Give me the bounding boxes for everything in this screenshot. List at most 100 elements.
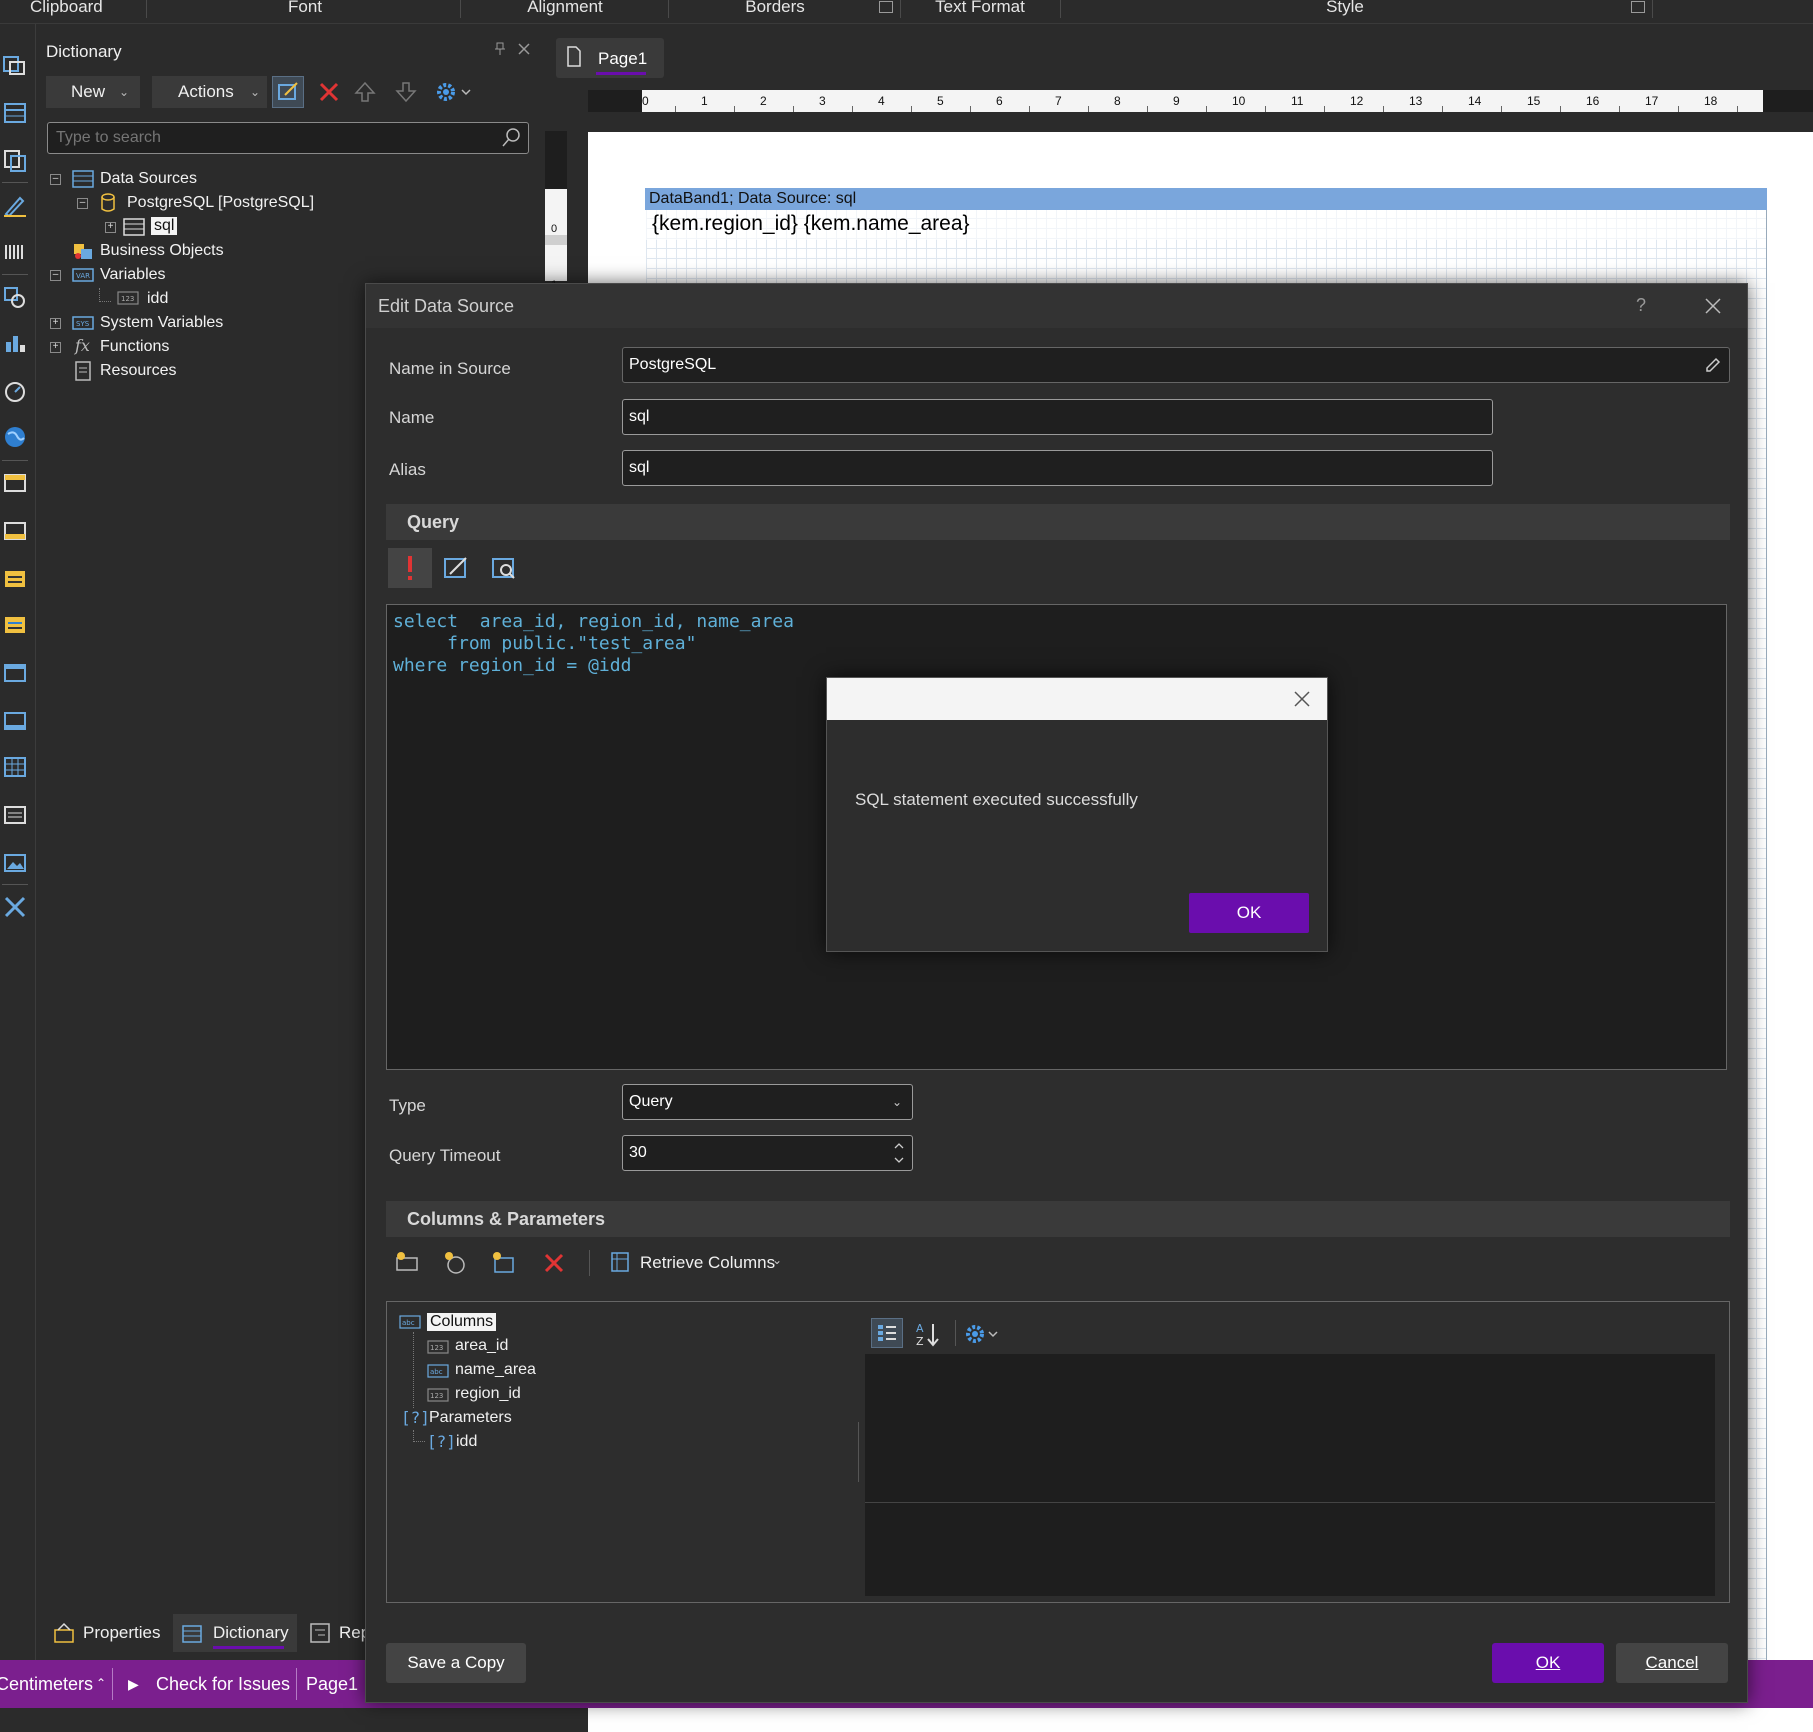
- tools-icon[interactable]: [2, 894, 28, 920]
- popup-close-icon[interactable]: [1293, 690, 1311, 708]
- ribbon-group-font[interactable]: Font: [270, 0, 340, 24]
- property-grid-toolbar: AZ: [865, 1312, 1715, 1354]
- run-query-icon[interactable]: [388, 548, 432, 588]
- stepper-arrows-icon[interactable]: [892, 1138, 906, 1168]
- tree-column-area-id[interactable]: area_id: [455, 1337, 508, 1355]
- tree-functions[interactable]: Functions: [100, 338, 169, 356]
- property-settings-gear-icon[interactable]: [963, 1320, 1003, 1348]
- svg-text:VAR: VAR: [76, 272, 90, 280]
- categorized-view-icon[interactable]: [871, 1318, 903, 1348]
- close-panel-icon[interactable]: [517, 42, 531, 56]
- table-component-icon[interactable]: [2, 100, 28, 126]
- chart-component-icon[interactable]: [2, 330, 28, 356]
- search-box[interactable]: [47, 122, 529, 154]
- tree-system-variables[interactable]: System Variables: [100, 314, 223, 332]
- tree-variables[interactable]: Variables: [100, 266, 166, 284]
- move-down-icon[interactable]: [394, 80, 418, 104]
- search-input[interactable]: [48, 123, 488, 153]
- name-in-source-field[interactable]: PostgreSQL: [622, 347, 1730, 383]
- name-field[interactable]: sql: [622, 399, 1493, 435]
- map-component-icon[interactable]: [2, 424, 28, 450]
- edit-item-icon[interactable]: [272, 76, 304, 108]
- collapse-icon[interactable]: –: [50, 174, 61, 185]
- barcode-component-icon[interactable]: [2, 240, 28, 266]
- tree-parameters[interactable]: Parameters: [429, 1409, 512, 1427]
- panel-band-icon[interactable]: [2, 660, 28, 686]
- collapse-icon[interactable]: –: [50, 270, 61, 281]
- subreport-component-icon[interactable]: [2, 148, 28, 174]
- query-builder-icon[interactable]: [442, 554, 470, 582]
- page-tab[interactable]: Page1: [556, 38, 664, 78]
- ok-button[interactable]: OK: [1492, 1643, 1604, 1683]
- delete-icon[interactable]: [317, 80, 341, 104]
- alias-field[interactable]: sql: [622, 450, 1493, 486]
- popup-ok-button[interactable]: OK: [1189, 893, 1309, 933]
- tree-column-name-area[interactable]: name_area: [455, 1361, 536, 1379]
- save-a-copy-button[interactable]: Save a Copy: [386, 1643, 526, 1683]
- text-component-icon[interactable]: [2, 802, 28, 828]
- shape-component-icon[interactable]: [2, 284, 28, 310]
- ribbon-group-alignment[interactable]: Alignment: [520, 0, 610, 24]
- ribbon-group-clipboard[interactable]: Clipboard: [30, 0, 103, 24]
- new-button[interactable]: New ⌄: [46, 76, 140, 108]
- tree-parameter-idd[interactable]: idd: [456, 1433, 477, 1451]
- ribbon-group-style[interactable]: Style: [1310, 0, 1380, 24]
- style-launcher-icon[interactable]: [1631, 1, 1645, 13]
- page-band-icon[interactable]: [2, 708, 28, 734]
- ruler-label: 9: [1173, 94, 1180, 108]
- borders-launcher-icon[interactable]: [879, 1, 893, 13]
- move-up-icon[interactable]: [353, 80, 377, 104]
- tree-column-region-id[interactable]: region_id: [455, 1385, 521, 1403]
- cancel-button[interactable]: Cancel: [1616, 1643, 1728, 1683]
- units-selector[interactable]: Centimeters: [0, 1674, 93, 1695]
- pin-icon[interactable]: [494, 42, 506, 56]
- edit-pencil-icon[interactable]: [1704, 356, 1722, 374]
- databand-text[interactable]: {kem.region_id} {kem.name_area}: [646, 210, 1766, 240]
- expand-icon[interactable]: +: [50, 342, 61, 353]
- check-for-issues-button[interactable]: Check for Issues: [156, 1674, 290, 1695]
- search-icon[interactable]: [500, 127, 522, 149]
- band-footer-icon[interactable]: [2, 518, 28, 544]
- data-band-icon[interactable]: [2, 566, 28, 592]
- tree-sql-datasource[interactable]: sql: [151, 217, 178, 235]
- expand-icon[interactable]: +: [50, 318, 61, 329]
- ribbon-group-borders[interactable]: Borders: [740, 0, 810, 24]
- new-calculated-column-icon[interactable]: [442, 1249, 470, 1277]
- image-component-icon[interactable]: [2, 850, 28, 876]
- close-icon[interactable]: [1704, 297, 1722, 315]
- help-button[interactable]: ?: [1636, 295, 1646, 316]
- tab-properties[interactable]: Properties: [83, 1623, 160, 1643]
- tab-dictionary[interactable]: Dictionary: [213, 1623, 289, 1643]
- expand-icon[interactable]: +: [105, 222, 116, 233]
- sort-alphabetical-icon[interactable]: AZ: [913, 1320, 943, 1348]
- gauge-component-icon[interactable]: [2, 378, 28, 404]
- collapse-icon[interactable]: –: [77, 198, 88, 209]
- band-header-icon[interactable]: [2, 470, 28, 496]
- new-label: New: [71, 82, 106, 101]
- databand-header[interactable]: DataBand1; Data Source: sql: [645, 188, 1767, 210]
- hierarchical-band-icon[interactable]: [2, 612, 28, 638]
- ribbon-group-text-format[interactable]: Text Format: [930, 0, 1030, 24]
- new-parameter-icon[interactable]: [490, 1249, 518, 1277]
- ruler-label: 15: [1527, 94, 1541, 108]
- retrieve-columns-button[interactable]: Retrieve Columns ⌄: [610, 1249, 790, 1277]
- tree-postgresql-connection[interactable]: PostgreSQL [PostgreSQL]: [127, 194, 314, 212]
- type-select[interactable]: Query ⌄: [622, 1084, 913, 1120]
- query-timeout-stepper[interactable]: 30: [622, 1135, 913, 1171]
- tree-columns[interactable]: Columns: [427, 1313, 497, 1331]
- new-column-icon[interactable]: [394, 1249, 422, 1277]
- container-component-icon[interactable]: [2, 52, 28, 78]
- cross-tab-icon[interactable]: [2, 754, 28, 780]
- delete-column-icon[interactable]: [542, 1251, 566, 1275]
- settings-gear-icon[interactable]: [434, 78, 474, 106]
- pen-component-icon[interactable]: [2, 192, 28, 218]
- tree-business-objects[interactable]: Business Objects: [100, 242, 224, 260]
- actions-button[interactable]: Actions ⌄: [152, 76, 267, 108]
- tree-resources[interactable]: Resources: [100, 362, 176, 380]
- tree-variable-idd[interactable]: idd: [147, 290, 168, 308]
- view-query-icon[interactable]: [490, 554, 518, 582]
- ruler-label: 13: [1409, 94, 1423, 108]
- status-page[interactable]: Page1: [306, 1674, 358, 1695]
- tree-data-sources[interactable]: Data Sources: [100, 170, 197, 188]
- splitter[interactable]: [858, 1422, 859, 1482]
